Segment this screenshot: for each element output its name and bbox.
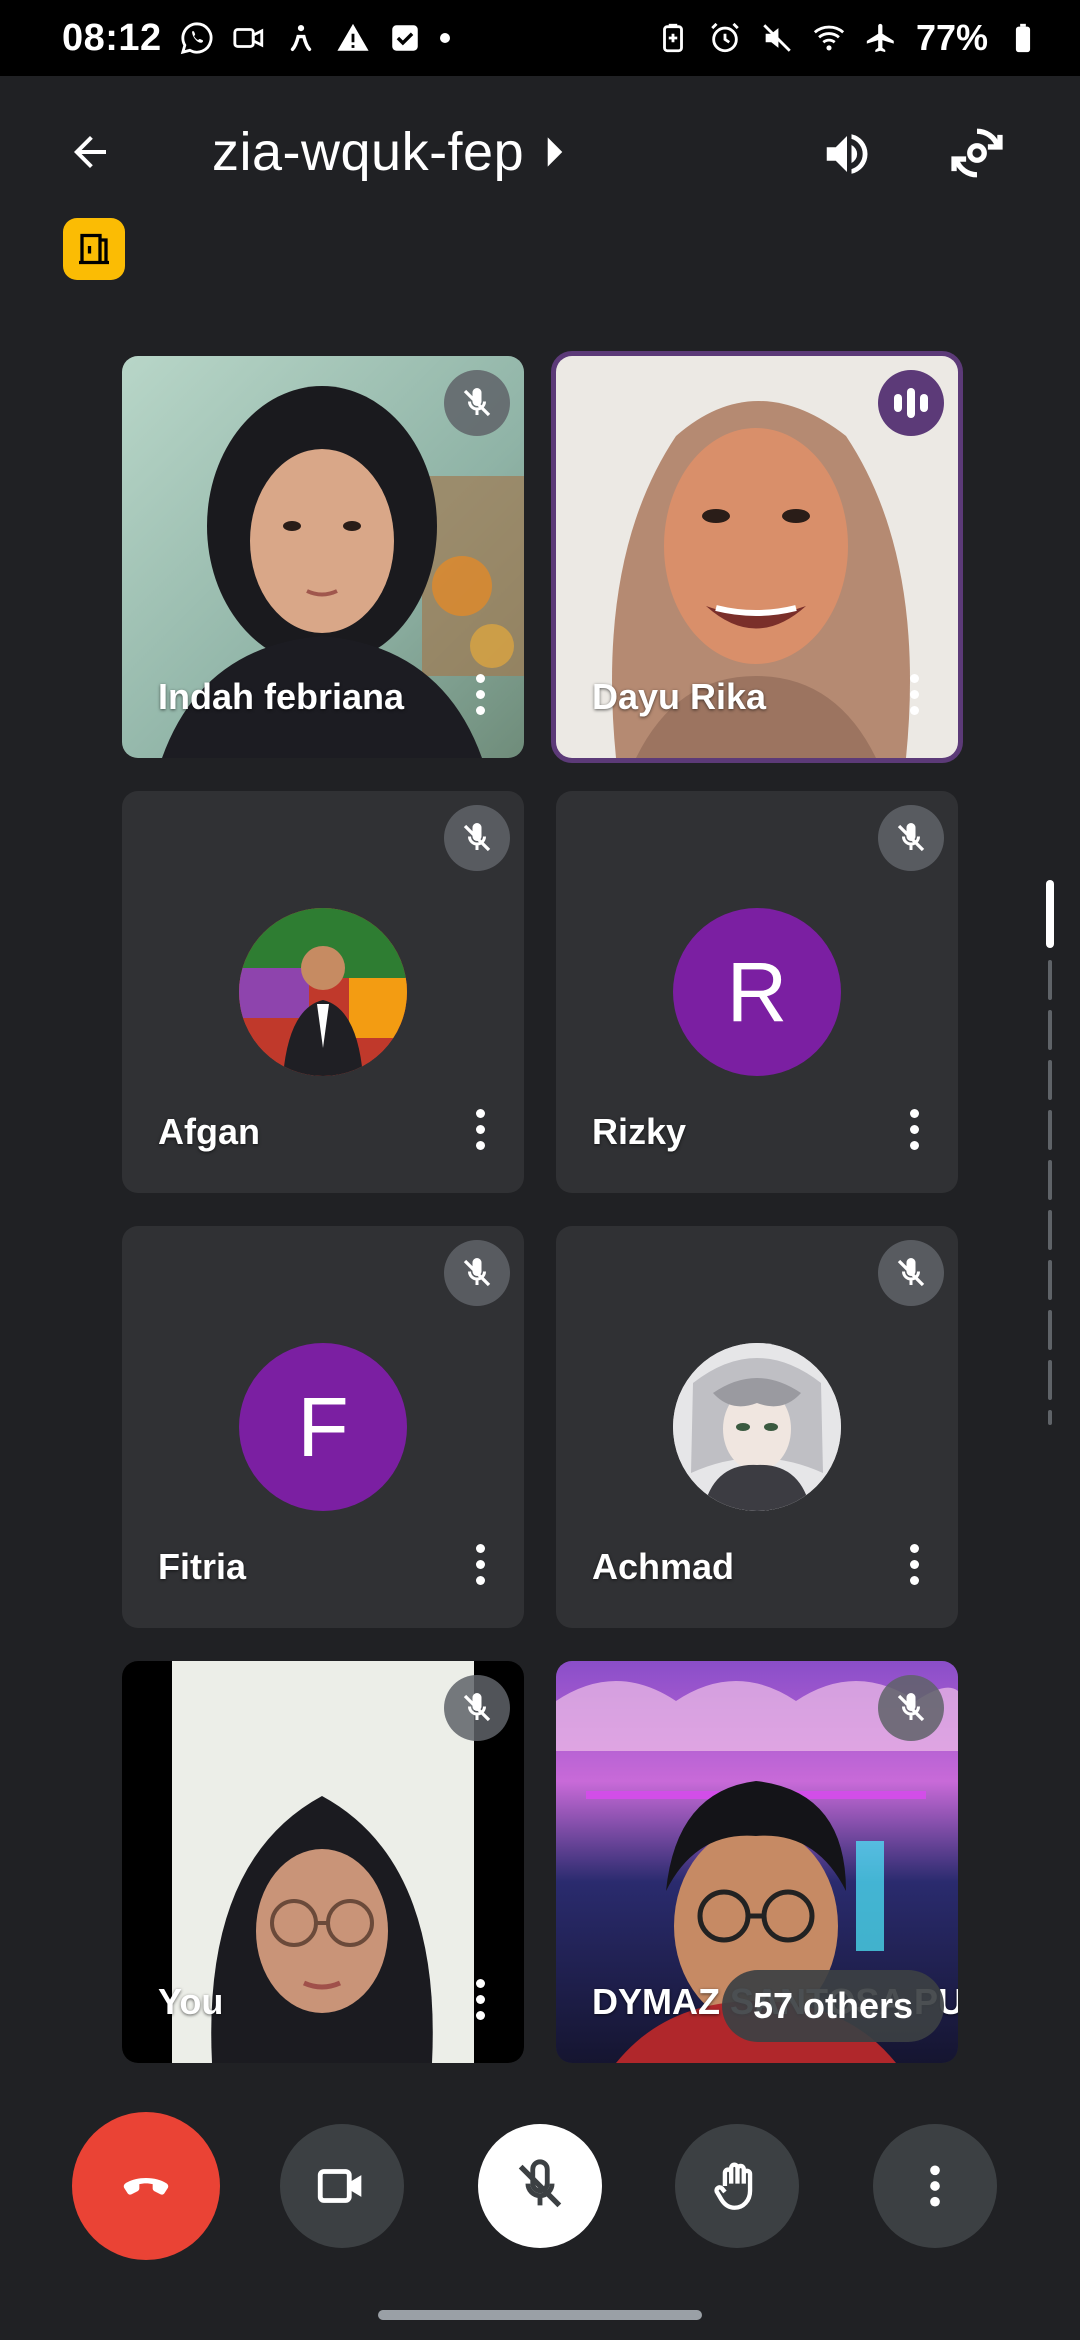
mic-off-icon: [463, 1693, 491, 1722]
audio-output-button[interactable]: [815, 122, 879, 186]
participant-tile[interactable]: Indah febriana: [122, 356, 524, 758]
flip-camera-button[interactable]: [944, 120, 1010, 186]
flip-camera-icon: [951, 128, 1003, 178]
warning-icon: [336, 21, 370, 55]
video-call-icon: [232, 21, 266, 55]
notification-dot-icon: [439, 33, 450, 43]
avatar-initial: F: [297, 1379, 349, 1474]
microphone-toggle-button[interactable]: [478, 2124, 602, 2248]
mic-off-badge: [878, 1240, 944, 1306]
participant-name: Afgan: [158, 1111, 260, 1152]
accessibility-icon: [284, 21, 318, 55]
scrollbar[interactable]: [1046, 880, 1054, 1425]
meeting-code: zia-wquk-fep: [212, 122, 525, 182]
participant-name: You: [158, 1981, 224, 2022]
participant-tile[interactable]: Afgan: [122, 791, 524, 1193]
mic-off-badge: [444, 805, 510, 871]
back-button[interactable]: [60, 122, 120, 182]
mic-off-icon: [897, 1693, 925, 1722]
meeting-info-button[interactable]: zia-wquk-fep: [212, 114, 568, 190]
mic-off-icon: [897, 1258, 925, 1287]
raise-hand-icon: [714, 2162, 753, 2210]
camera-toggle-button[interactable]: [280, 2124, 404, 2248]
status-bar-right: 77%: [656, 17, 1040, 59]
mute-icon: [760, 21, 794, 55]
status-time: 08:12: [62, 16, 162, 59]
mic-off-badge: [444, 370, 510, 436]
mic-off-icon: [518, 2159, 562, 2208]
avatar: [673, 1343, 841, 1511]
wifi-icon: [812, 21, 846, 55]
mic-off-icon: [897, 823, 925, 852]
others-count-label: 57 others: [752, 1985, 914, 2026]
participant-name: Fitria: [158, 1546, 247, 1587]
mic-off-icon: [463, 823, 491, 852]
participant-tile[interactable]: Dayu Rika: [551, 351, 963, 763]
speaker-icon: [826, 134, 868, 174]
host-controls-badge[interactable]: [63, 218, 125, 280]
chevron-right-icon: [547, 137, 563, 167]
participant-name: Dayu Rika: [592, 676, 767, 717]
avatar-initial: R: [726, 944, 788, 1039]
participant-tile[interactable]: Achmad: [556, 1226, 958, 1628]
airplane-icon: [864, 21, 898, 55]
mic-off-badge: [878, 805, 944, 871]
participant-tile[interactable]: R Rizky: [556, 791, 958, 1193]
participant-options-button[interactable]: [904, 1099, 924, 1159]
call-controls-bar: [0, 2100, 1080, 2280]
status-bar-left: 08:12: [62, 17, 450, 60]
end-call-button[interactable]: [72, 2112, 220, 2260]
mic-off-badge: [444, 1675, 510, 1741]
participant-name: Indah febriana: [158, 676, 405, 717]
mic-off-icon: [463, 1258, 491, 1287]
participant-options-button[interactable]: [470, 664, 490, 724]
participant-options-button[interactable]: [470, 1099, 490, 1159]
avatar: [239, 908, 407, 1076]
participant-options-button[interactable]: [904, 664, 924, 724]
avatar: F: [239, 1343, 407, 1511]
self-view-tile[interactable]: You: [122, 1661, 524, 2063]
videocam-icon: [317, 2169, 362, 2203]
avatar: R: [673, 908, 841, 1076]
others-participants-button[interactable]: 57 others: [722, 1970, 944, 2042]
end-call-icon: [123, 2178, 169, 2195]
mic-off-badge: [878, 1675, 944, 1741]
participant-tile[interactable]: F Fitria: [122, 1226, 524, 1628]
meeting-header: zia-wquk-fep: [0, 76, 1080, 280]
more-vert-icon: [930, 2165, 940, 2207]
more-options-button[interactable]: [873, 2124, 997, 2248]
participant-name: Achmad: [592, 1546, 735, 1587]
scrollbar-thumb[interactable]: [1046, 880, 1054, 948]
raise-hand-button[interactable]: [675, 2124, 799, 2248]
battery-saver-icon: [656, 21, 690, 55]
battery-percentage: 77%: [915, 17, 988, 58]
participant-name: Rizky: [592, 1111, 687, 1152]
battery-icon: [1006, 21, 1040, 55]
participant-options-button[interactable]: [470, 1969, 490, 2029]
checkbox-icon: [388, 21, 422, 55]
home-indicator[interactable]: [378, 2310, 702, 2320]
whatsapp-icon: [180, 21, 214, 55]
door-icon: [79, 233, 109, 265]
arrow-back-icon: [74, 136, 106, 168]
alarm-icon: [708, 21, 742, 55]
status-bar: 08:12 77%: [0, 0, 1080, 76]
participant-options-button[interactable]: [470, 1534, 490, 1594]
speaking-indicator-icon: [878, 370, 944, 436]
mic-off-badge: [444, 1240, 510, 1306]
participant-options-button[interactable]: [904, 1534, 924, 1594]
mic-off-icon: [463, 388, 491, 417]
